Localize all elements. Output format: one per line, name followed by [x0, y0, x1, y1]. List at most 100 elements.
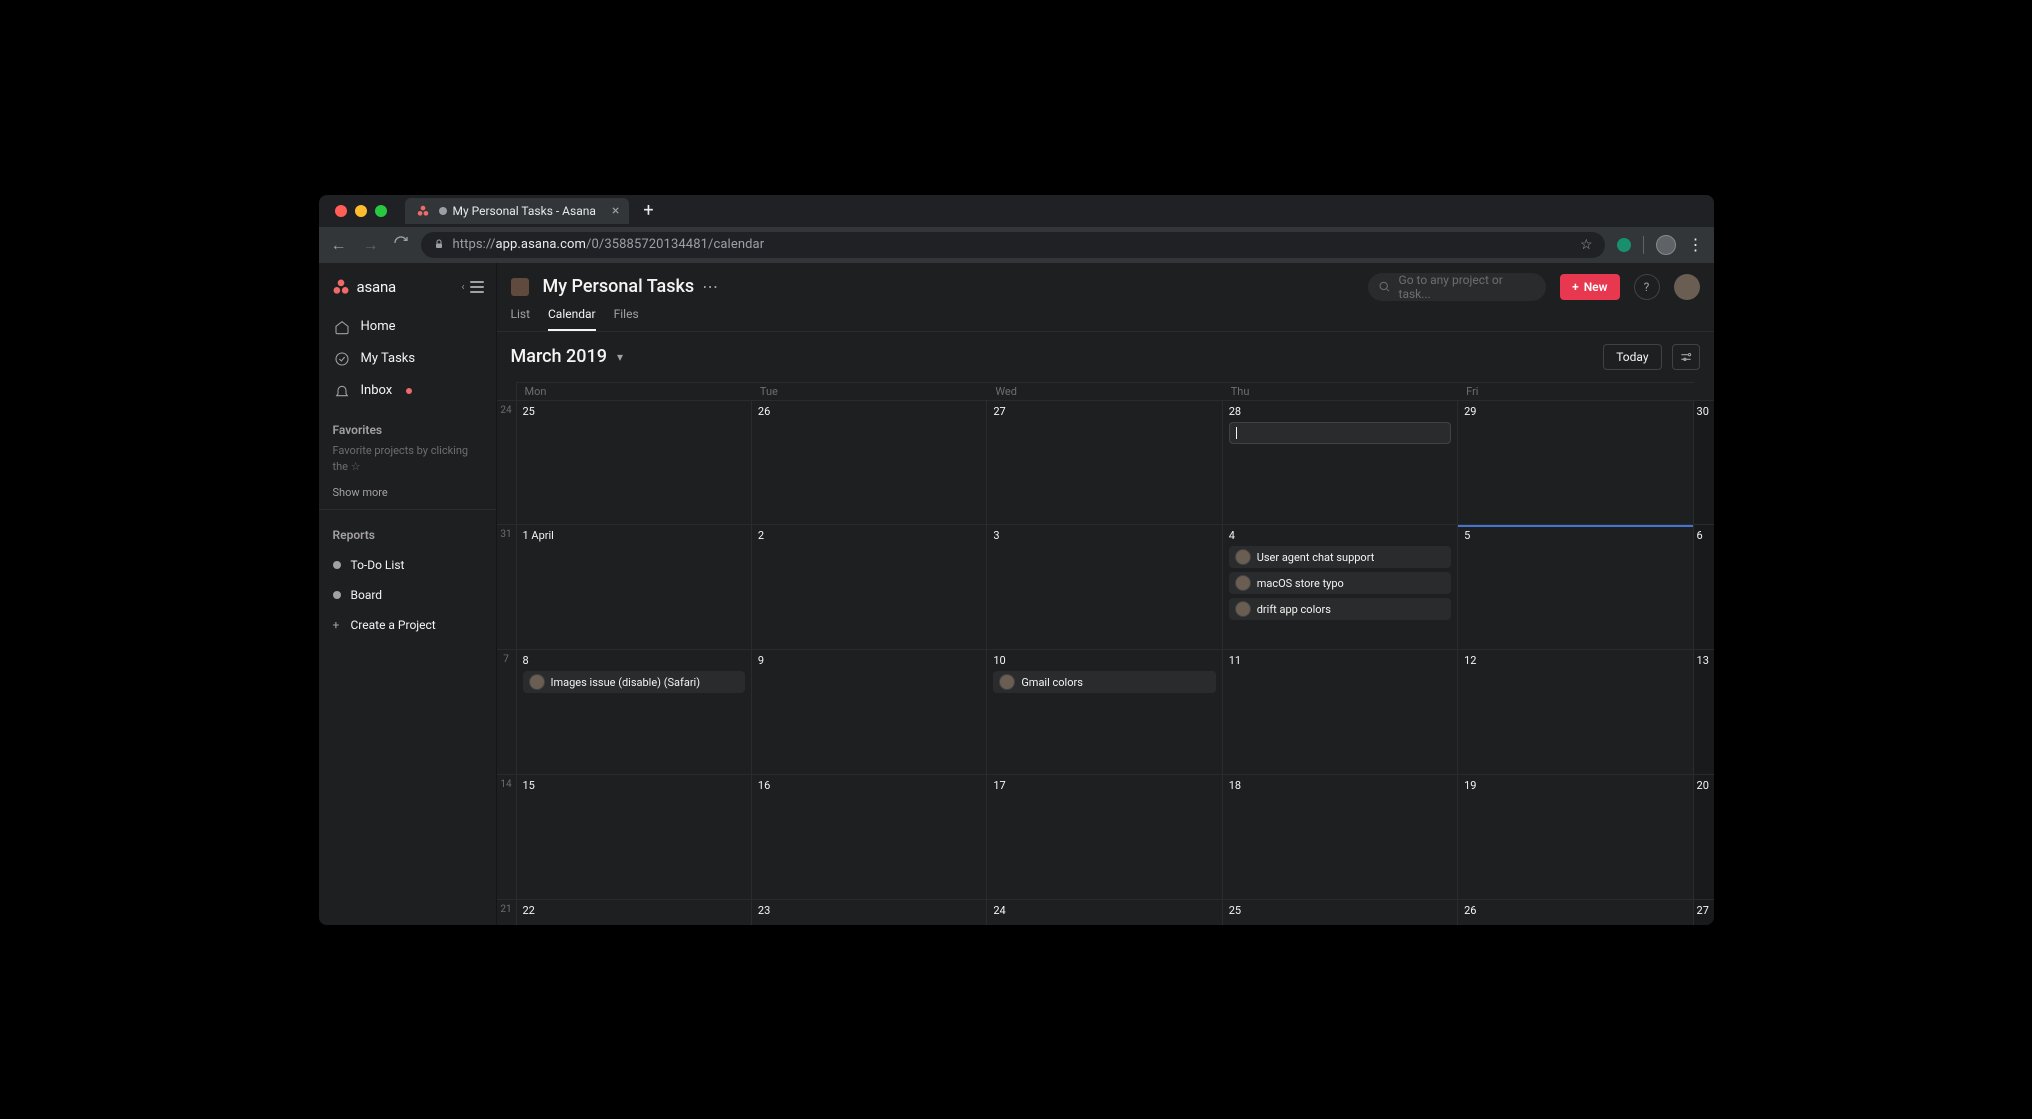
assignee-avatar [999, 674, 1015, 690]
user-avatar[interactable] [1674, 274, 1700, 300]
calendar-day-cell[interactable]: 2 [752, 525, 987, 649]
day-number: 25 [1229, 904, 1451, 917]
month-picker-button[interactable]: ▾ [617, 350, 623, 364]
tab-list[interactable]: List [511, 307, 531, 331]
calendar-day-cell[interactable]: 6 [1694, 525, 1714, 649]
calendar-day-cell[interactable]: 26 [752, 401, 987, 525]
calendar-day-cell[interactable]: 12 [1458, 650, 1693, 774]
sidebar-toggle-button[interactable]: ‹ [470, 281, 484, 293]
weekday-header: Fri [1458, 382, 1693, 400]
minimize-window-button[interactable] [355, 205, 367, 217]
task-card[interactable]: Images issue (disable) (Safari) [523, 671, 745, 693]
calendar-day-cell[interactable]: 10 Gmail colors [987, 650, 1222, 774]
calendar-day-cell[interactable]: 18 [1223, 775, 1458, 899]
favorites-heading: Favorites [333, 423, 482, 437]
task-card[interactable]: macOS store typo [1229, 572, 1451, 594]
calendar-day-cell[interactable]: 13 [1694, 650, 1714, 774]
assignee-avatar [1235, 575, 1251, 591]
bell-icon [333, 383, 351, 399]
weekday-header: Wed [987, 382, 1222, 400]
weekend-gutter [1694, 382, 1714, 400]
calendar-day-cell[interactable]: 29 [1458, 401, 1693, 525]
help-label: ? [1644, 280, 1650, 294]
tab-status-dot [439, 207, 447, 215]
day-number: 6 [1697, 529, 1711, 542]
calendar-day-cell[interactable]: 25 [1223, 900, 1458, 925]
browser-toolbar-right: ⋮ [1617, 235, 1704, 255]
favorites-hint: Favorite projects by clicking the ☆ [333, 443, 482, 476]
tab-files[interactable]: Files [614, 307, 639, 331]
calendar-day-cell[interactable]: 5 [1458, 525, 1693, 649]
close-window-button[interactable] [335, 205, 347, 217]
project-dot-icon [333, 591, 341, 599]
global-search-input[interactable]: Go to any project or task... [1368, 273, 1546, 301]
calendar-day-cell[interactable]: 26 [1458, 900, 1693, 925]
assignee-avatar [1235, 601, 1251, 617]
show-more-link[interactable]: Show more [333, 486, 482, 499]
task-title: Gmail colors [1021, 676, 1083, 689]
brand-logo[interactable]: asana [331, 277, 397, 297]
extension-icon[interactable] [1617, 238, 1631, 252]
day-number: 18 [1229, 779, 1451, 792]
sliders-icon [1679, 350, 1693, 364]
calendar-day-cell[interactable]: 27 [1694, 900, 1714, 925]
task-title: Images issue (disable) (Safari) [551, 676, 701, 689]
chrome-menu-button[interactable]: ⋮ [1688, 237, 1704, 253]
day-number: 11 [1229, 654, 1451, 667]
week-gutter: 7 [497, 650, 517, 774]
today-button[interactable]: Today [1603, 344, 1661, 370]
plus-icon: + [333, 618, 341, 632]
tab-calendar[interactable]: Calendar [548, 307, 596, 331]
inbox-unread-dot [406, 388, 412, 394]
reload-button[interactable] [393, 235, 409, 255]
day-number: 3 [993, 529, 1215, 542]
task-card[interactable]: Gmail colors [993, 671, 1215, 693]
chrome-profile-avatar[interactable] [1656, 235, 1676, 255]
sidebar-item-board[interactable]: Board [319, 580, 496, 610]
new-tab-button[interactable]: + [643, 202, 653, 220]
calendar-day-cell[interactable]: 1 April [517, 525, 752, 649]
nav-home[interactable]: Home [319, 311, 496, 343]
filter-button[interactable] [1672, 344, 1700, 370]
calendar-day-cell[interactable]: 30 [1694, 401, 1714, 525]
calendar-day-cell[interactable]: 15 [517, 775, 752, 899]
calendar-day-cell[interactable]: 28 [1223, 401, 1458, 525]
calendar-day-cell[interactable]: 23 [752, 900, 987, 925]
day-number: 20 [1697, 779, 1711, 792]
maximize-window-button[interactable] [375, 205, 387, 217]
calendar-day-cell[interactable]: 24 [987, 900, 1222, 925]
calendar-day-cell[interactable]: 16 [752, 775, 987, 899]
plus-icon: + [1572, 280, 1579, 294]
help-button[interactable]: ? [1634, 274, 1660, 300]
bookmark-star-icon[interactable]: ☆ [1580, 237, 1593, 253]
text-cursor [1236, 427, 1237, 439]
calendar-day-cell[interactable]: 19 [1458, 775, 1693, 899]
back-button[interactable]: ← [329, 235, 349, 255]
calendar-day-cell[interactable]: 9 [752, 650, 987, 774]
browser-tab[interactable]: My Personal Tasks - Asana × [405, 198, 630, 224]
task-card[interactable]: drift app colors [1229, 598, 1451, 620]
calendar-day-cell[interactable]: 25 [517, 401, 752, 525]
nav-inbox[interactable]: Inbox [319, 375, 496, 407]
calendar-day-cell[interactable]: 8Images issue (disable) (Safari) [517, 650, 752, 774]
day-number: 22 [523, 904, 745, 917]
page-actions-button[interactable]: ⋯ [702, 277, 718, 296]
task-card[interactable]: User agent chat support [1229, 546, 1451, 568]
sidebar-item-todo-list[interactable]: To-Do List [319, 550, 496, 580]
close-tab-button[interactable]: × [612, 204, 619, 218]
calendar-day-cell[interactable]: 22 [517, 900, 752, 925]
calendar-day-cell[interactable]: 3 [987, 525, 1222, 649]
calendar-day-cell[interactable]: 27 [987, 401, 1222, 525]
nav-my-tasks[interactable]: My Tasks [319, 343, 496, 375]
calendar-day-cell[interactable]: 20 [1694, 775, 1714, 899]
create-project-link[interactable]: + Create a Project [319, 610, 496, 640]
calendar-day-cell[interactable]: 17 [987, 775, 1222, 899]
address-bar[interactable]: https://app.asana.com/0/35885720134481/c… [421, 232, 1605, 258]
day-number: 10 [993, 654, 1215, 667]
project-label: Board [351, 588, 383, 602]
forward-button[interactable]: → [361, 235, 381, 255]
calendar-day-cell[interactable]: 4User agent chat supportmacOS store typo… [1223, 525, 1458, 649]
new-button[interactable]: + New [1560, 274, 1619, 300]
calendar-day-cell[interactable]: 11 [1223, 650, 1458, 774]
new-task-input[interactable] [1229, 422, 1451, 444]
